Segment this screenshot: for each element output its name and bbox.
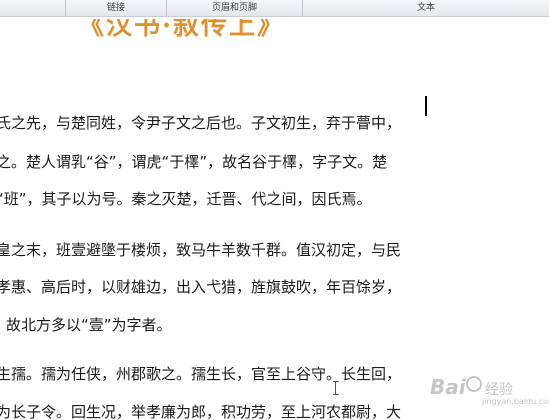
ribbon-group-links[interactable]: 链接 [66, 0, 166, 16]
watermark: Bai 经验 jingyan.baidu.com [430, 375, 549, 411]
ribbon-group-header-footer[interactable]: 页眉和页脚 [167, 0, 302, 16]
document-page[interactable]: 《汉书·叙传上》 氏之先，与楚同姓，令尹子文之后也。子文初生，弃于瞢中， 之。楚… [0, 17, 549, 420]
text-line[interactable]: 之。楚人谓乳“谷”，谓虎“于檡”，故名谷于檡，字子文。楚 [0, 151, 387, 172]
watermark-logo: Bai [430, 375, 466, 399]
ribbon-group-text[interactable]: 文本 [303, 0, 549, 16]
text-line[interactable]: 皇之末，班壹避墬于楼烦，致马牛羊数千群。值汉初定，与民 [0, 239, 401, 260]
watermark-sub: 经验 [485, 382, 513, 398]
watermark-url: jingyan.baidu.com [482, 397, 549, 406]
text-line[interactable]: 生孺。孺为任侠，州郡歌之。孺生长，官至上谷守。长生回， [0, 363, 401, 384]
text-line[interactable]: 为长子令。回生况，举孝廉为郎，积功劳，至上河农都尉，大 [0, 401, 401, 420]
ribbon-toolbar: 链接 页眉和页脚 文本 [0, 0, 549, 17]
text-line[interactable]: “班”，其子以为号。秦之灭楚，迁晋、代之间，因氏焉。 [0, 188, 372, 209]
text-line[interactable]: 孝惠、高后时，以财雄边，出入弋猎，旌旗鼓吹，年百馀岁， [0, 276, 401, 297]
text-caret [425, 96, 427, 116]
document-title: 《汉书·叙传上》 [78, 19, 286, 41]
text-line[interactable]: 故北方多以“壹”为字者。 [6, 314, 172, 335]
ibeam-cursor-icon [333, 381, 339, 395]
paw-icon [466, 376, 482, 392]
text-line[interactable]: 氏之先，与楚同姓，令尹子文之后也。子文初生，弃于瞢中， [0, 112, 401, 133]
